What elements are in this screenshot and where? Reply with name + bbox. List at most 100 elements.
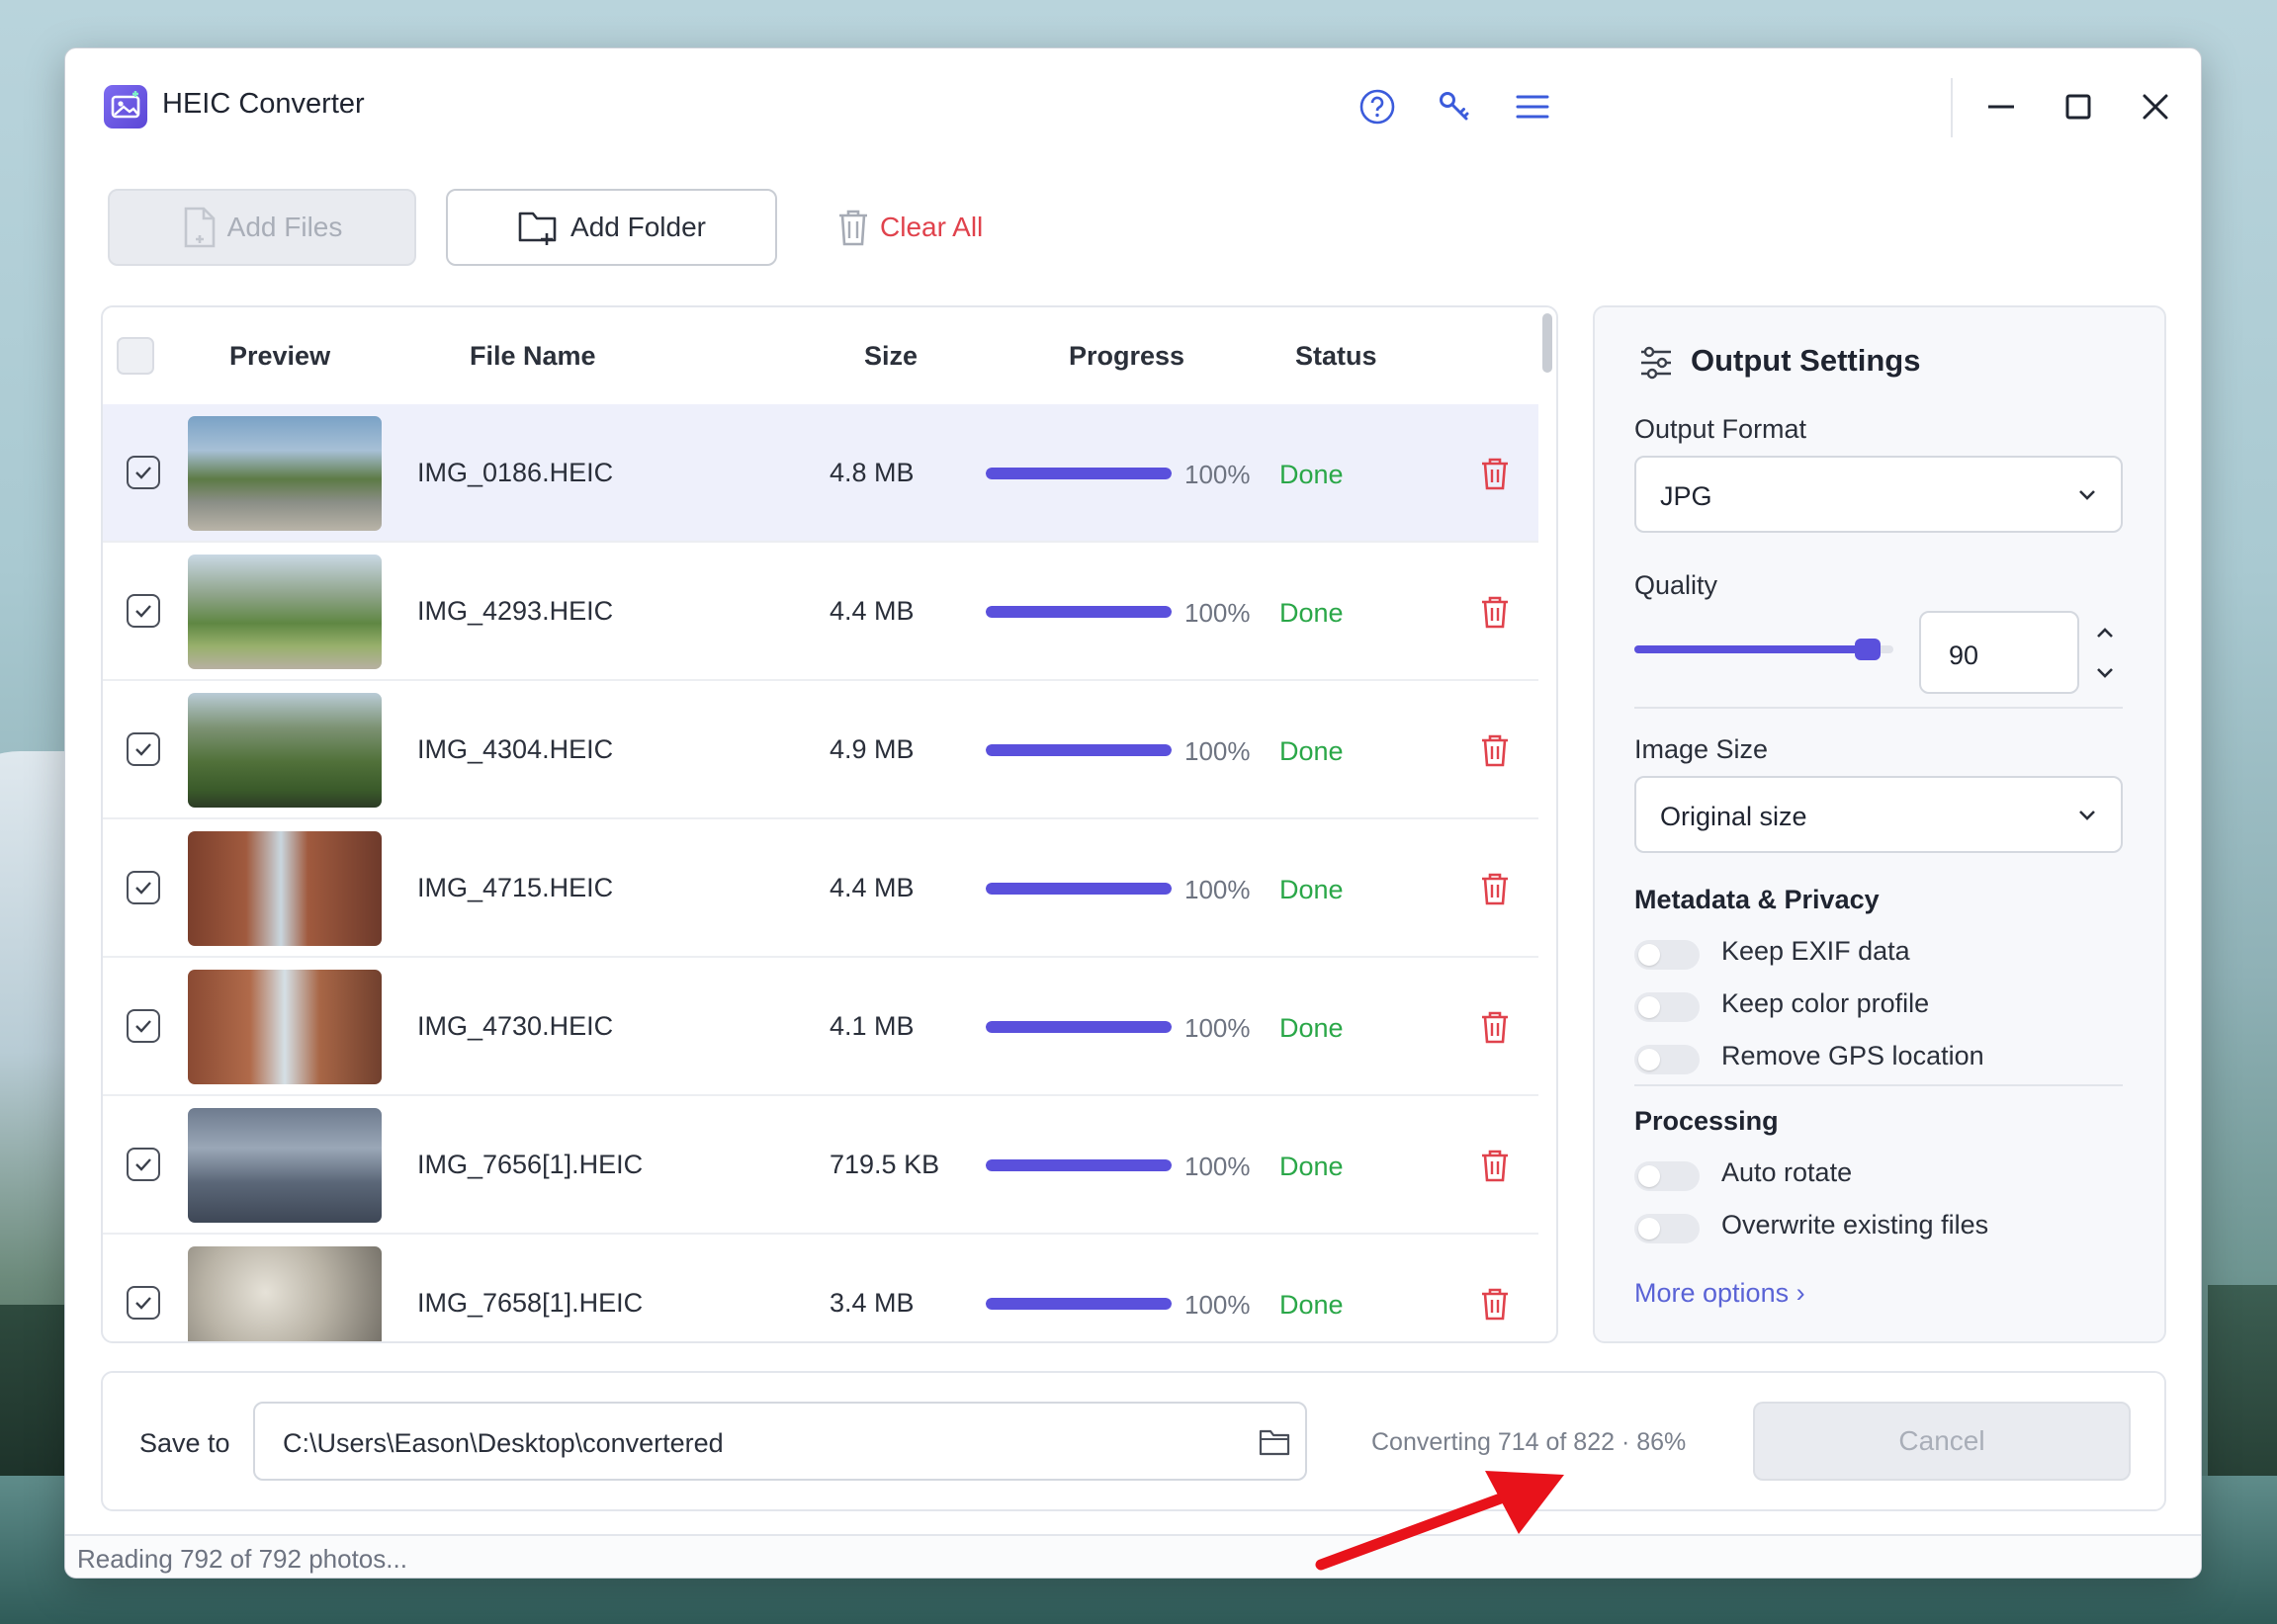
progress-percent: 100%	[1184, 1013, 1251, 1043]
progress-bar-fill	[986, 1298, 1172, 1310]
row-checkbox[interactable]	[127, 732, 160, 766]
output-format-select[interactable]: JPG	[1634, 456, 2123, 533]
row-checkbox[interactable]	[127, 1286, 160, 1320]
table-header: Preview File Name Size Progress Status	[103, 307, 1538, 406]
quality-slider-handle[interactable]	[1854, 639, 1881, 660]
preview-thumbnail	[188, 693, 382, 808]
toggle-switch[interactable]	[1634, 940, 1700, 970]
toggle-knob	[1638, 996, 1660, 1018]
file-name: IMG_4304.HEIC	[417, 734, 614, 764]
progress-bar	[986, 883, 1172, 895]
table-row[interactable]: IMG_0186.HEIC 4.8 MB 100% Done	[103, 404, 1538, 543]
add-files-button[interactable]: Add Files	[108, 189, 416, 266]
background-trees-left	[0, 1305, 69, 1502]
row-checkbox[interactable]	[127, 871, 160, 904]
toggle-label: Keep color profile	[1721, 988, 1930, 1018]
quality-slider-fill	[1634, 645, 1868, 653]
status-badge: Done	[1279, 1152, 1344, 1181]
file-size: 4.9 MB	[830, 734, 915, 764]
folder-icon[interactable]	[1258, 1427, 1291, 1457]
table-row[interactable]: IMG_7658[1].HEIC 3.4 MB 100% Done	[103, 1235, 1538, 1341]
toggle-knob	[1638, 1165, 1660, 1187]
quality-slider[interactable]	[1634, 639, 1893, 660]
row-checkbox[interactable]	[127, 1009, 160, 1043]
menu-icon[interactable]	[1512, 86, 1553, 128]
progress-percent: 100%	[1184, 1152, 1251, 1181]
header-progress: Progress	[1069, 341, 1185, 371]
chevron-down-icon[interactable]	[2094, 661, 2116, 683]
table-row[interactable]: IMG_7656[1].HEIC 719.5 KB 100% Done	[103, 1096, 1538, 1235]
row-checkbox[interactable]	[127, 1148, 160, 1181]
preview-thumbnail	[188, 970, 382, 1084]
toggle-label: Remove GPS location	[1721, 1041, 1984, 1070]
file-size: 3.4 MB	[830, 1288, 915, 1318]
checkmark-icon	[135, 743, 151, 756]
more-options-link[interactable]: More options ›	[1634, 1278, 1805, 1309]
save-path-input[interactable]: C:\Users\Eason\Desktop\convertered	[253, 1402, 1307, 1481]
row-checkbox[interactable]	[127, 594, 160, 628]
header-preview: Preview	[229, 341, 331, 371]
close-icon[interactable]	[2135, 86, 2176, 128]
file-name: IMG_7656[1].HEIC	[417, 1150, 644, 1179]
status-badge: Done	[1279, 460, 1344, 489]
image-size-select[interactable]: Original size	[1634, 776, 2123, 853]
output-format-value: JPG	[1660, 481, 1712, 511]
progress-bar	[986, 1298, 1172, 1310]
preview-thumbnail	[188, 555, 382, 669]
status-badge: Done	[1279, 1013, 1344, 1043]
chevron-up-icon[interactable]	[2094, 622, 2116, 643]
file-name: IMG_4293.HEIC	[417, 596, 614, 626]
delete-row-icon[interactable]	[1477, 732, 1513, 768]
key-icon[interactable]	[1434, 86, 1475, 128]
add-folder-button[interactable]: Add Folder	[446, 189, 777, 266]
help-icon[interactable]	[1357, 86, 1398, 128]
checkmark-icon	[135, 882, 151, 895]
row-checkbox[interactable]	[127, 456, 160, 489]
header-size: Size	[864, 341, 919, 371]
select-all-checkbox[interactable]	[117, 337, 154, 375]
toggle-switch[interactable]	[1634, 1161, 1700, 1191]
progress-bar-fill	[986, 468, 1172, 479]
table-row[interactable]: IMG_4730.HEIC 4.1 MB 100% Done	[103, 958, 1538, 1096]
clear-all-label: Clear All	[880, 212, 984, 242]
table-row[interactable]: IMG_4293.HEIC 4.4 MB 100% Done	[103, 543, 1538, 681]
toggle-switch[interactable]	[1634, 1045, 1700, 1074]
header-file-name: File Name	[470, 341, 596, 371]
table-row[interactable]: IMG_4715.HEIC 4.4 MB 100% Done	[103, 819, 1538, 958]
titlebar-divider	[1951, 78, 1953, 137]
add-folder-icon	[518, 212, 557, 245]
save-path-value: C:\Users\Eason\Desktop\convertered	[283, 1428, 724, 1458]
output-format-label: Output Format	[1634, 414, 1807, 444]
toggle-switch[interactable]	[1634, 992, 1700, 1022]
app-logo-icon	[104, 85, 147, 128]
metadata-privacy-heading: Metadata & Privacy	[1634, 885, 1880, 914]
quality-input[interactable]: 90	[1919, 611, 2079, 694]
maximize-icon[interactable]	[2058, 86, 2099, 128]
save-to-label: Save to	[139, 1428, 230, 1458]
image-size-value: Original size	[1660, 802, 1807, 831]
app-window: HEIC Converter Add Files Add Folder Clea…	[64, 47, 2202, 1579]
status-badge: Done	[1279, 1290, 1344, 1320]
status-badge: Done	[1279, 875, 1344, 904]
delete-row-icon[interactable]	[1477, 1148, 1513, 1183]
clear-all-button[interactable]: Clear All	[836, 189, 1014, 266]
status-badge: Done	[1279, 598, 1344, 628]
file-size: 4.4 MB	[830, 873, 915, 902]
table-row[interactable]: IMG_4304.HEIC 4.9 MB 100% Done	[103, 681, 1538, 819]
status-badge: Done	[1279, 736, 1344, 766]
delete-row-icon[interactable]	[1477, 594, 1513, 630]
delete-row-icon[interactable]	[1477, 456, 1513, 491]
checkmark-icon	[135, 1297, 151, 1310]
delete-row-icon[interactable]	[1477, 1286, 1513, 1322]
minimize-icon[interactable]	[1980, 86, 2022, 128]
delete-row-icon[interactable]	[1477, 871, 1513, 906]
delete-row-icon[interactable]	[1477, 1009, 1513, 1045]
trash-icon	[839, 210, 867, 246]
toggle-switch[interactable]	[1634, 1214, 1700, 1243]
progress-bar	[986, 468, 1172, 479]
checkmark-icon	[135, 467, 151, 479]
toggle-knob	[1638, 1049, 1660, 1070]
table-scrollbar[interactable]	[1542, 313, 1552, 373]
cancel-button[interactable]: Cancel	[1753, 1402, 2131, 1481]
checkmark-icon	[135, 1020, 151, 1033]
